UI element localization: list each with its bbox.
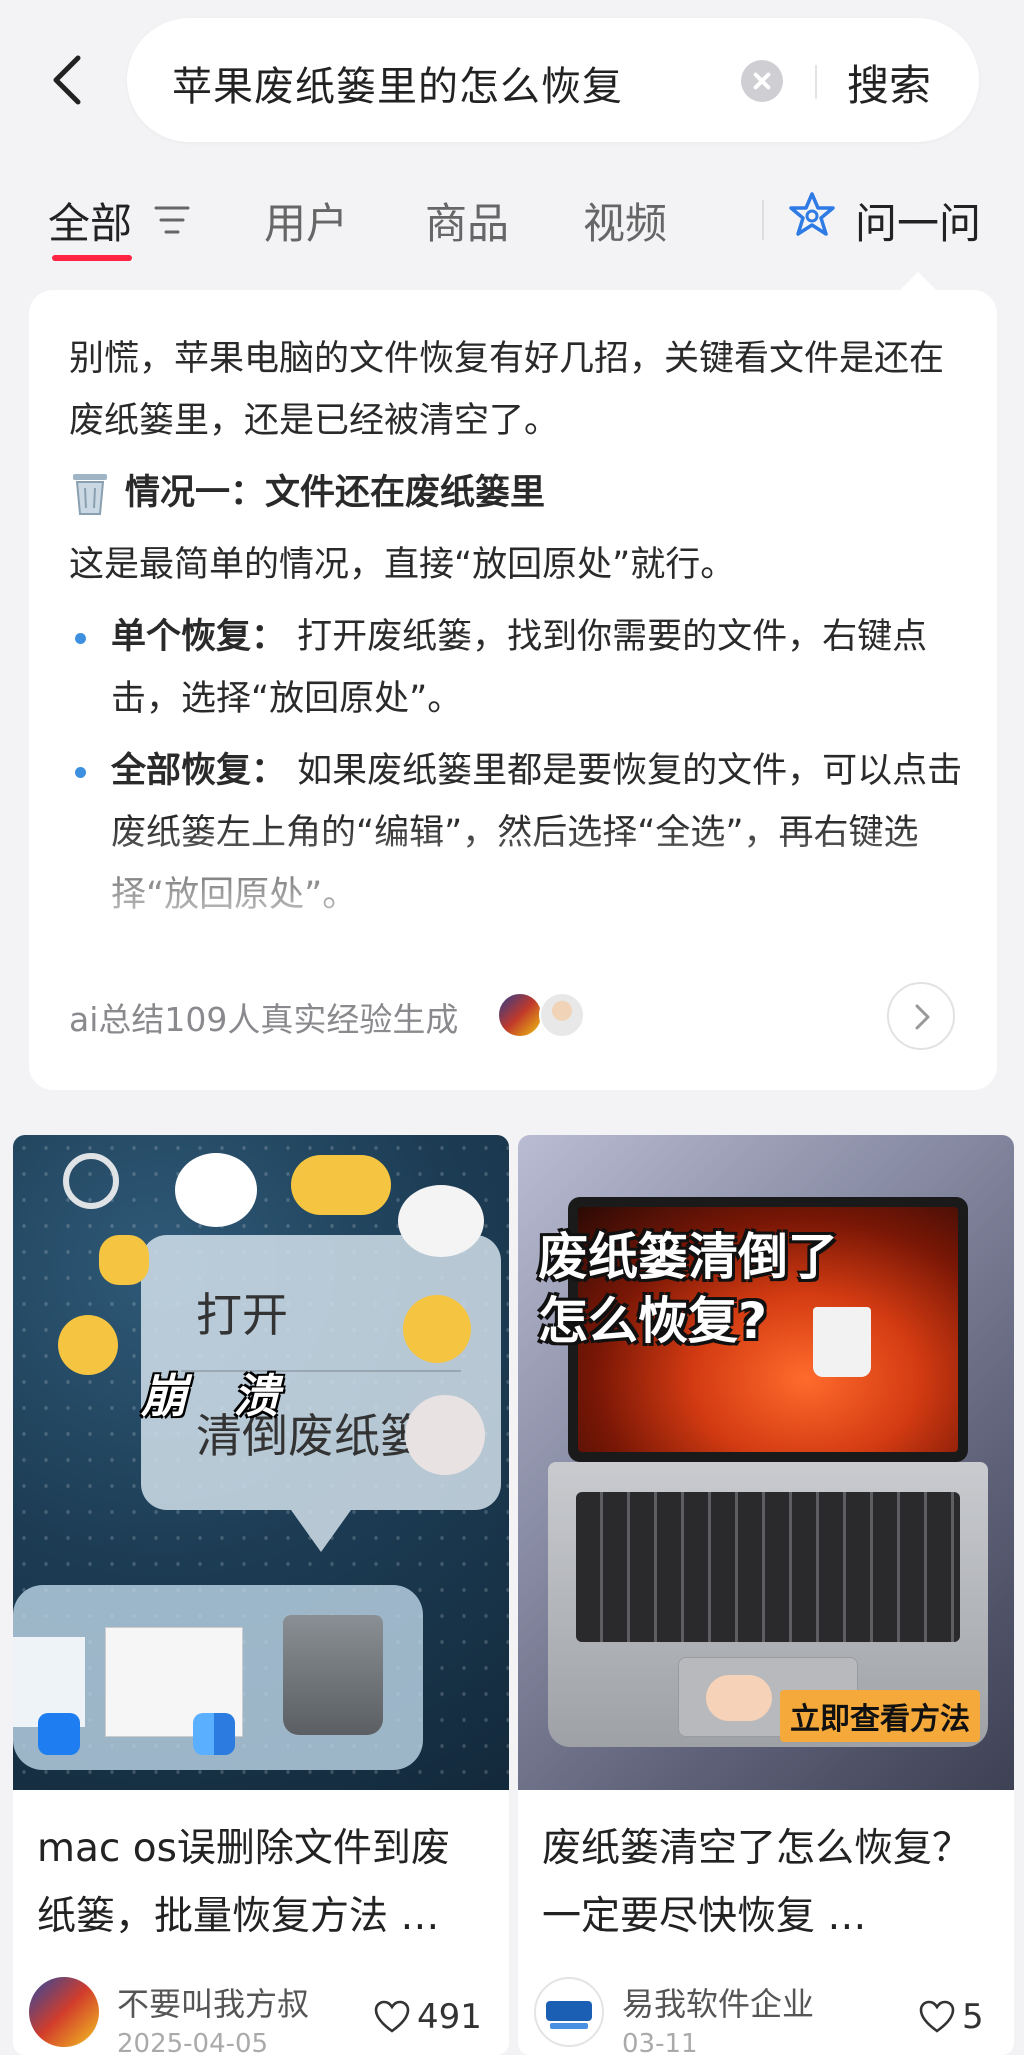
avatar[interactable] [534, 1977, 604, 2047]
search-header: 苹果废纸篓里的怎么恢复 搜索 [0, 0, 1024, 150]
keyboard-graphic [576, 1492, 960, 1642]
card-pointer [900, 272, 936, 290]
sparkle-star-icon[interactable] [786, 190, 838, 242]
thought-bubble-emoji-icon [398, 1185, 484, 1257]
note-thumbnail[interactable]: 废纸篓清倒了 怎么恢复? 立即查看方法 [518, 1135, 1014, 1790]
thumbnail-headline: 废纸篓清倒了 怎么恢复? [538, 1225, 838, 1353]
tab-all[interactable]: 全部 [48, 190, 132, 251]
note-title[interactable]: mac os误删除文件到废纸篓，批量恢复方法 … [37, 1815, 487, 1951]
note-card[interactable]: 废纸篓清倒了 怎么恢复? 立即查看方法 废纸篓清空了怎么恢复？一定要尽快恢复 …… [518, 1135, 1014, 2055]
headline-line-1: 废纸篓清倒了 [538, 1228, 838, 1286]
like-count: 5 [962, 1997, 984, 2037]
search-input[interactable]: 苹果废纸篓里的怎么恢复 搜索 [127, 18, 979, 142]
finder-icon [193, 1713, 235, 1755]
dock-graphic [13, 1585, 423, 1770]
bullet-item: 单个恢复： 打开废纸篓，找到你需要的文件，右键点击，选择“放回原处”。 [69, 606, 969, 730]
tab-divider [762, 200, 764, 240]
chevron-right-icon [915, 1004, 930, 1030]
wave-emoji-icon [99, 1235, 149, 1285]
active-tab-indicator [52, 255, 132, 261]
heart-icon [374, 2000, 410, 2033]
avatar[interactable] [29, 1977, 99, 2047]
headline-line-2: 怎么恢复? [538, 1292, 768, 1350]
ai-summary-card[interactable]: 别慌，苹果电脑的文件恢复有好几招，关键看文件是还在废纸篓里，还是已经被清空了。 … [29, 290, 997, 1090]
note-card[interactable]: 打开 清倒废纸篓 崩 溃 mac os误删除文件到废纸篓，批量恢复方法 … 不要… [13, 1135, 509, 2055]
trash-can-icon [73, 474, 107, 515]
search-button[interactable]: 搜索 [847, 52, 931, 113]
ask-button[interactable]: 问一问 [855, 190, 981, 251]
thumbnail-caption: 崩 溃 [141, 1369, 279, 1423]
contributor-avatar [497, 992, 543, 1038]
tab-users[interactable]: 用户 [264, 190, 348, 251]
bullet-dot [75, 633, 86, 644]
heart-icon [919, 2000, 955, 2033]
note-thumbnail[interactable]: 打开 清倒废纸篓 崩 溃 [13, 1135, 509, 1790]
menu-open-text: 打开 [196, 1288, 288, 1342]
text-fade-overlay [29, 820, 997, 990]
ai-intro: 别慌，苹果电脑的文件恢复有好几招，关键看文件是还在废纸篓里，还是已经被清空了。 [69, 339, 945, 441]
trash-icon [283, 1615, 383, 1735]
search-query-text[interactable]: 苹果废纸篓里的怎么恢复 [172, 54, 623, 112]
contributor-avatar [539, 992, 585, 1038]
like-count: 491 [417, 1997, 482, 2037]
waving-hands-emoji-icon [291, 1155, 391, 1215]
section-description: 这是最简单的情况，直接“放回原处”就行。 [69, 545, 736, 585]
like-button[interactable]: 5 [918, 1997, 984, 2037]
post-date: 2025-04-05 [117, 2029, 269, 2055]
sunglasses-emoji-icon [175, 1153, 257, 1227]
headphones-icon [63, 1153, 119, 1209]
tab-videos[interactable]: 视频 [583, 190, 667, 251]
company-logo-icon [546, 2001, 592, 2029]
author-name[interactable]: 易我软件企业 [622, 1979, 814, 2025]
search-divider [815, 65, 817, 99]
post-date: 03-11 [622, 2029, 698, 2055]
expand-button[interactable] [887, 982, 955, 1050]
cat-sunglasses-emoji-icon [405, 1395, 485, 1475]
yawning-emoji-icon [403, 1295, 471, 1363]
author-name[interactable]: 不要叫我方叔 [117, 1979, 309, 2025]
thumbnail-cta-label: 立即查看方法 [780, 1690, 980, 1742]
app-icon [38, 1713, 80, 1755]
bullet-label: 单个恢复： [111, 617, 287, 657]
note-title[interactable]: 废纸篓清空了怎么恢复？一定要尽快恢复 … [542, 1815, 992, 1951]
filter-icon[interactable] [152, 202, 192, 238]
clear-icon[interactable] [741, 60, 783, 102]
pointing-hand-emoji-icon [706, 1675, 772, 1721]
category-tabs: 全部 用户 商品 视频 问一问 [0, 150, 1024, 270]
bullet-label: 全部恢复： [111, 751, 287, 791]
thinking-emoji-icon [58, 1315, 118, 1375]
section-title: 情况一：文件还在废纸篓里 [125, 473, 546, 513]
bullet-dot [75, 767, 86, 778]
back-arrow-icon[interactable] [48, 52, 88, 108]
tab-products[interactable]: 商品 [425, 190, 509, 251]
ai-source-note: ai总结109人真实经验生成 [69, 1000, 459, 1039]
like-button[interactable]: 491 [373, 1997, 482, 2037]
section-heading: 情况一：文件还在废纸篓里 [69, 462, 969, 524]
